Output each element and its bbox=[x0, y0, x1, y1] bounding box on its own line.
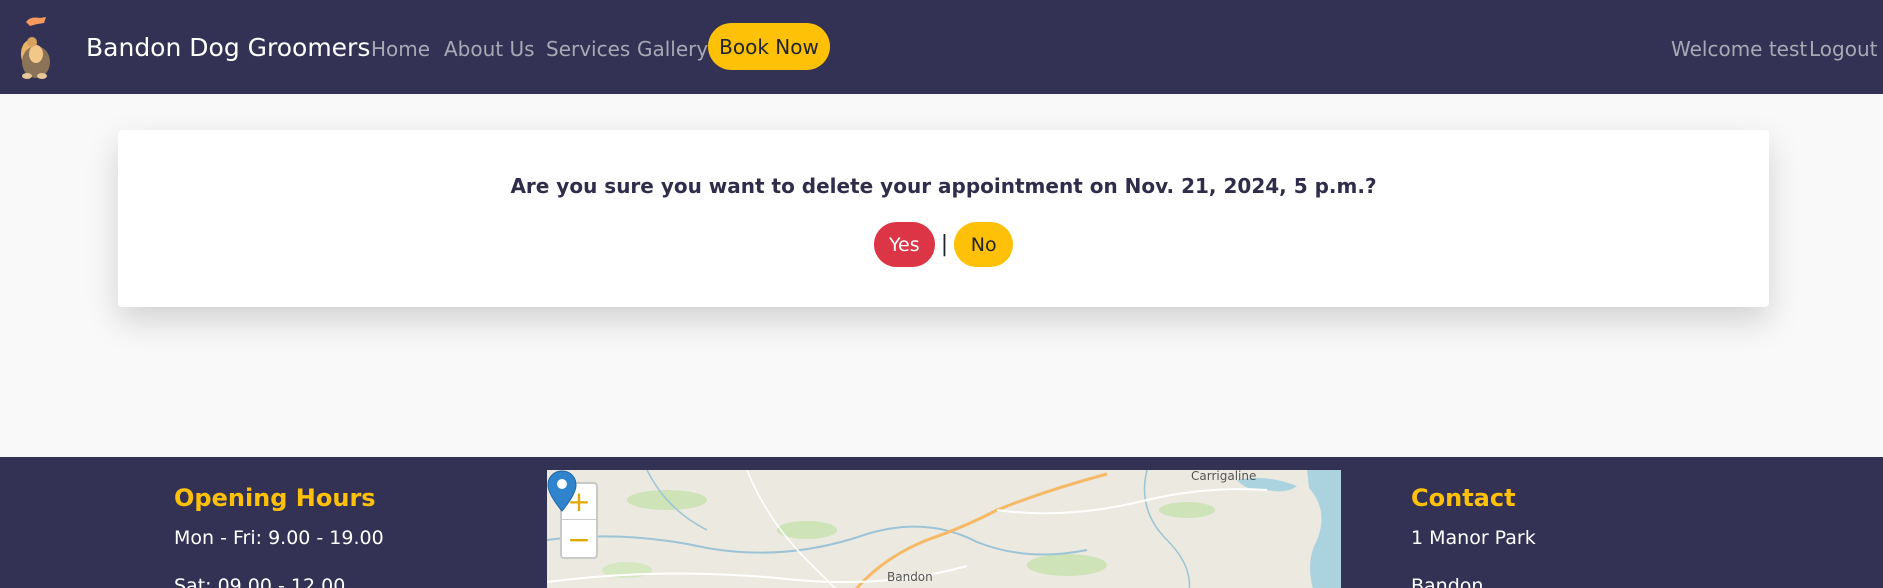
contact-title: Contact bbox=[1411, 484, 1516, 512]
opening-hours-title: Opening Hours bbox=[174, 484, 376, 512]
book-now-button[interactable]: Book Now bbox=[708, 23, 830, 70]
map-label-carrigaline: Carrigaline bbox=[1191, 470, 1257, 483]
footer: Opening Hours Mon - Fri: 9.00 - 19.00 Sa… bbox=[0, 457, 1883, 588]
delete-confirmation-question: Are you sure you want to delete your app… bbox=[510, 174, 1377, 198]
map-zoom-out-button[interactable]: − bbox=[562, 521, 596, 557]
confirm-no-button[interactable]: No bbox=[954, 222, 1014, 267]
welcome-user-text: Welcome test bbox=[1671, 37, 1808, 61]
opening-hours-weekday: Mon - Fri: 9.00 - 19.00 bbox=[174, 527, 384, 549]
brand-title[interactable]: Bandon Dog Groomers bbox=[86, 33, 370, 62]
contact-address-line-1: 1 Manor Park bbox=[1411, 527, 1536, 549]
nav-link-about-us[interactable]: About Us bbox=[444, 37, 535, 61]
logout-link[interactable]: Logout bbox=[1809, 37, 1877, 61]
map-label-bandon: Bandon bbox=[887, 570, 933, 584]
confirmation-buttons: Yes | No bbox=[118, 222, 1769, 267]
opening-hours-saturday: Sat: 09.00 - 12.00 bbox=[174, 575, 346, 588]
nav-link-gallery[interactable]: Gallery bbox=[637, 37, 708, 61]
delete-confirmation-card: Are you sure you want to delete your app… bbox=[118, 130, 1769, 307]
nav-link-services[interactable]: Services bbox=[546, 37, 630, 61]
button-separator: | bbox=[940, 232, 949, 257]
map-pin-icon[interactable] bbox=[547, 470, 577, 512]
confirm-yes-button[interactable]: Yes bbox=[873, 222, 935, 267]
map-tiles bbox=[547, 470, 1341, 588]
navbar: Bandon Dog Groomers Home About Us Servic… bbox=[0, 0, 1883, 94]
location-map[interactable]: + − Carrigaline Bandon bbox=[547, 470, 1341, 588]
nav-link-home[interactable]: Home bbox=[371, 37, 430, 61]
dog-logo-icon[interactable] bbox=[14, 14, 58, 80]
contact-address-line-2: Bandon bbox=[1411, 575, 1484, 588]
